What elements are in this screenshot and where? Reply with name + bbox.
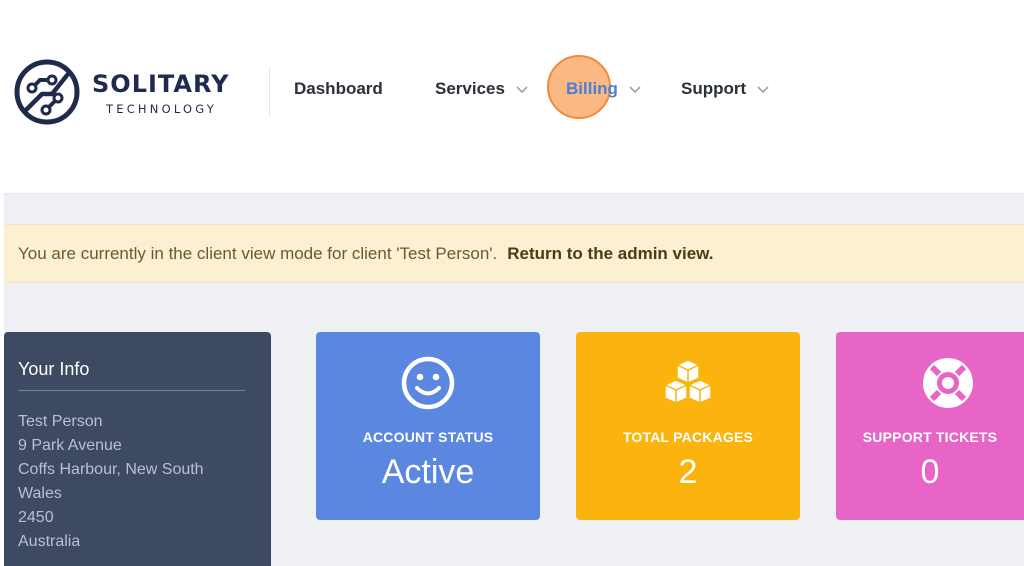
nav-dashboard[interactable]: Dashboard (294, 79, 383, 99)
site-header: SOLITARY TECHNOLOGY Dashboard Services B… (4, 0, 1024, 194)
cubes-icon (664, 359, 712, 404)
app-frame: SOLITARY TECHNOLOGY Dashboard Services B… (4, 0, 1024, 566)
total-packages-tile[interactable]: TOTAL PACKAGES 2 (576, 332, 800, 520)
account-status-value: Active (381, 453, 475, 491)
notice-text: You are currently in the client view mod… (18, 244, 714, 264)
client-view-notice: You are currently in the client view mod… (4, 224, 1024, 283)
support-tickets-label: SUPPORT TICKETS (862, 429, 998, 445)
address-block: Test Person 9 Park Avenue Coffs Harbour,… (18, 410, 204, 554)
notice-message: You are currently in the client view mod… (18, 244, 498, 263)
lifebuoy-icon (923, 358, 973, 408)
nav-billing-label: Billing (566, 79, 618, 98)
your-info-title: Your Info (18, 359, 90, 379)
nav-services-label: Services (435, 79, 505, 98)
total-packages-value: 2 (678, 453, 698, 491)
smiley-icon (401, 356, 455, 410)
chevron-down-icon (629, 86, 641, 94)
solitary-logo-icon[interactable] (12, 58, 82, 126)
total-packages-label: TOTAL PACKAGES (622, 429, 754, 445)
brand-name[interactable]: SOLITARY (92, 70, 230, 98)
support-tickets-tile[interactable]: SUPPORT TICKETS 0 (836, 332, 1024, 520)
nav-dashboard-label: Dashboard (294, 79, 383, 98)
account-status-tile[interactable]: ACCOUNT STATUS Active (316, 332, 540, 520)
divider (18, 390, 245, 391)
nav-support-label: Support (681, 79, 747, 98)
address-line: 9 Park Avenue (18, 437, 122, 454)
chevron-down-icon (757, 86, 769, 94)
nav-services[interactable]: Services (435, 79, 529, 99)
return-admin-link[interactable]: Return to the admin view. (507, 244, 713, 263)
address-line: Wales (18, 485, 62, 502)
address-line: Coffs Harbour, New South (18, 461, 204, 478)
your-info-panel: Your Info Test Person 9 Park Avenue Coff… (4, 332, 271, 566)
address-line: Test Person (18, 413, 103, 430)
chevron-down-icon (516, 86, 528, 94)
address-line: 2450 (18, 509, 54, 526)
support-tickets-value: 0 (920, 453, 940, 491)
nav-support[interactable]: Support (681, 79, 770, 99)
brand-tagline: TECHNOLOGY (106, 102, 218, 116)
header-divider (269, 68, 270, 116)
account-status-label: ACCOUNT STATUS (362, 429, 494, 445)
nav-billing[interactable]: Billing (566, 79, 642, 99)
address-line: Australia (18, 533, 81, 550)
